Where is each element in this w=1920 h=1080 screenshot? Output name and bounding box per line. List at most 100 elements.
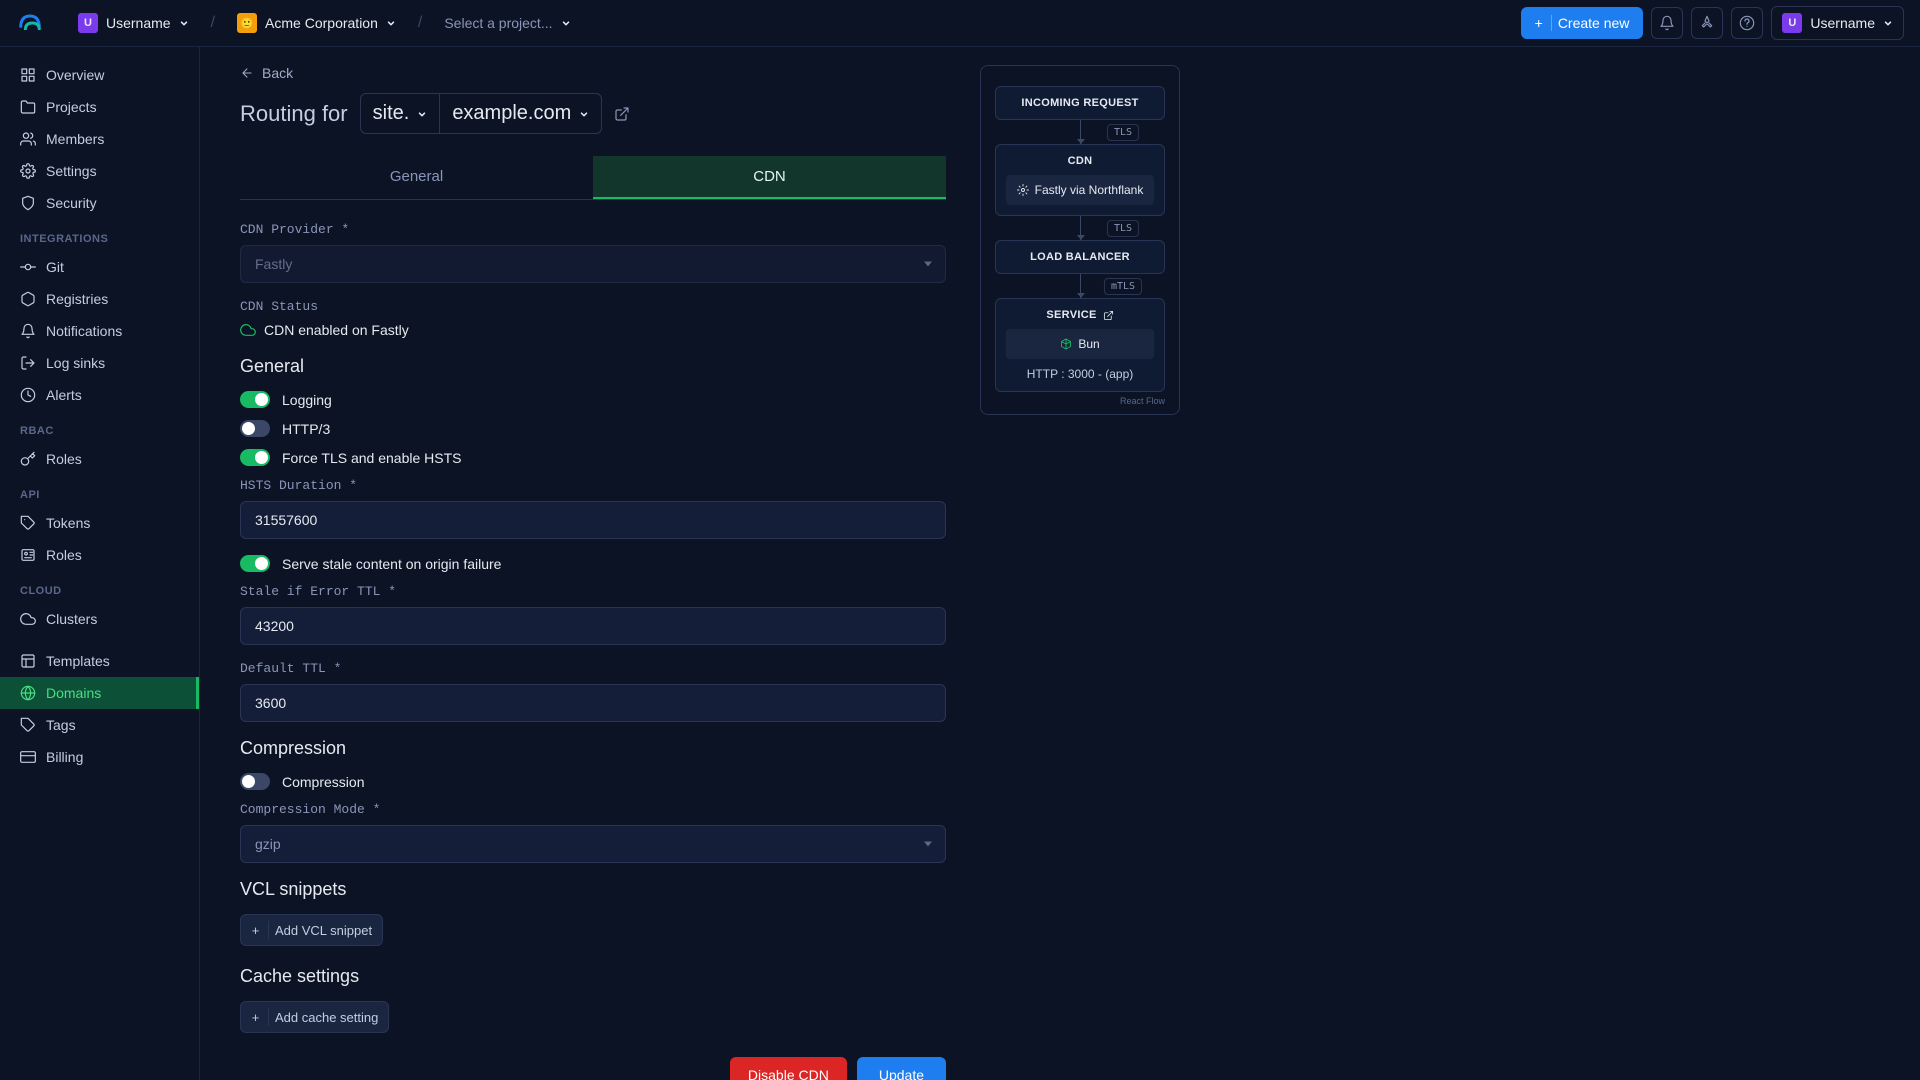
- sidebar-item-label: Roles: [46, 451, 82, 467]
- cdn-status-label: CDN Status: [240, 299, 946, 314]
- sidebar-item-projects[interactable]: Projects: [0, 91, 199, 123]
- sidebar-item-roles[interactable]: Roles: [0, 443, 199, 475]
- sidebar-item-templates[interactable]: Templates: [0, 645, 199, 677]
- sidebar-item-label: Projects: [46, 99, 97, 115]
- sidebar-item-settings[interactable]: Settings: [0, 155, 199, 187]
- serve-stale-toggle[interactable]: [240, 555, 270, 572]
- sidebar-item-alerts[interactable]: Alerts: [0, 379, 199, 411]
- sidebar-item-billing[interactable]: Billing: [0, 741, 199, 773]
- compression-mode-select[interactable]: gzip: [240, 825, 946, 863]
- sidebar-item-tags[interactable]: Tags: [0, 709, 199, 741]
- folder-icon: [20, 99, 36, 115]
- tag-icon: [20, 515, 36, 531]
- card-icon: [20, 749, 36, 765]
- chevron-down-icon: [579, 109, 589, 119]
- breadcrumb: U Username / 🙂 Acme Corporation / Select…: [68, 7, 1521, 39]
- compression-toggle[interactable]: [240, 773, 270, 790]
- create-new-button[interactable]: + Create new: [1521, 7, 1644, 39]
- logging-toggle[interactable]: [240, 391, 270, 408]
- sidebar-item-clusters[interactable]: Clusters: [0, 603, 199, 635]
- default-ttl-input[interactable]: [240, 684, 946, 722]
- help-button[interactable]: [1731, 7, 1763, 39]
- hsts-duration-label: HSTS Duration *: [240, 478, 946, 493]
- user-name: Username: [1810, 15, 1875, 31]
- http3-label: HTTP/3: [282, 421, 330, 437]
- plus-icon: +: [1535, 15, 1552, 31]
- sidebar-item-tokens[interactable]: Tokens: [0, 507, 199, 539]
- sidebar-item-members[interactable]: Members: [0, 123, 199, 155]
- flow-node-lb: LOAD BALANCER: [995, 240, 1165, 274]
- sidebar-item-label: Overview: [46, 67, 104, 83]
- bell-icon: [1659, 15, 1675, 31]
- account-selector[interactable]: U Username: [68, 7, 199, 39]
- template-icon: [20, 653, 36, 669]
- stale-ttl-label: Stale if Error TTL *: [240, 584, 946, 599]
- bell-icon: [20, 323, 36, 339]
- sidebar-item-git[interactable]: Git: [0, 251, 199, 283]
- chevron-down-icon: [1883, 18, 1893, 28]
- breadcrumb-separator: /: [418, 14, 422, 32]
- changelog-button[interactable]: [1691, 7, 1723, 39]
- chevron-down-icon: [561, 18, 571, 28]
- subdomain-selector[interactable]: site.: [361, 94, 441, 133]
- sidebar-item-label: Log sinks: [46, 355, 105, 371]
- user-avatar-icon: U: [1782, 13, 1802, 33]
- sidebar-item-registries[interactable]: Registries: [0, 283, 199, 315]
- notifications-button[interactable]: [1651, 7, 1683, 39]
- sidebar-item-roles[interactable]: Roles: [0, 539, 199, 571]
- back-label: Back: [262, 65, 293, 81]
- sidebar-item-security[interactable]: Security: [0, 187, 199, 219]
- sidebar-item-label: Members: [46, 131, 104, 147]
- gear-icon: [20, 163, 36, 179]
- external-link-icon[interactable]: [1103, 310, 1114, 321]
- northflank-logo-icon[interactable]: [16, 9, 44, 37]
- sidebar-item-label: Domains: [46, 685, 101, 701]
- sidebar-item-label: Registries: [46, 291, 108, 307]
- sidebar-item-label: Git: [46, 259, 64, 275]
- box-icon: [20, 291, 36, 307]
- external-link-icon[interactable]: [614, 106, 630, 122]
- sidebar-item-label: Tags: [46, 717, 76, 733]
- add-cache-button[interactable]: + Add cache setting: [240, 1001, 389, 1033]
- sidebar-item-label: Tokens: [46, 515, 90, 531]
- project-selector[interactable]: Select a project...: [434, 9, 580, 37]
- tab-general[interactable]: General: [240, 156, 593, 199]
- cloud-check-icon: [240, 322, 256, 338]
- gear-icon: [1017, 184, 1029, 196]
- cdn-provider-select[interactable]: Fastly: [240, 245, 946, 283]
- compression-heading: Compression: [240, 738, 946, 759]
- sidebar-item-log-sinks[interactable]: Log sinks: [0, 347, 199, 379]
- sidebar-section-rbac: RBAC: [0, 411, 199, 443]
- sidebar-item-domains[interactable]: Domains: [0, 677, 199, 709]
- compression-mode-label: Compression Mode *: [240, 802, 946, 817]
- sidebar: OverviewProjectsMembersSettingsSecurity …: [0, 47, 200, 1080]
- update-button[interactable]: Update: [857, 1057, 946, 1080]
- cube-icon: [1060, 338, 1072, 350]
- disable-cdn-button[interactable]: Disable CDN: [730, 1057, 847, 1080]
- back-link[interactable]: Back: [240, 65, 946, 81]
- user-menu[interactable]: U Username: [1771, 6, 1904, 40]
- cdn-provider-label: CDN Provider *: [240, 222, 946, 237]
- sidebar-item-label: Notifications: [46, 323, 122, 339]
- create-new-label: Create new: [1558, 15, 1630, 31]
- add-vcl-button[interactable]: + Add VCL snippet: [240, 914, 383, 946]
- force-tls-toggle[interactable]: [240, 449, 270, 466]
- http3-toggle[interactable]: [240, 420, 270, 437]
- plus-icon: +: [251, 921, 269, 939]
- sidebar-item-overview[interactable]: Overview: [0, 59, 199, 91]
- breadcrumb-separator: /: [211, 14, 215, 32]
- org-selector[interactable]: 🙂 Acme Corporation: [227, 7, 406, 39]
- cache-heading: Cache settings: [240, 966, 946, 987]
- domain-selector[interactable]: example.com: [440, 94, 601, 133]
- tab-cdn[interactable]: CDN: [593, 156, 946, 199]
- flow-tag-tls: TLS: [1107, 124, 1139, 141]
- sidebar-section-integrations: INTEGRATIONS: [0, 219, 199, 251]
- vcl-heading: VCL snippets: [240, 879, 946, 900]
- sidebar-item-notifications[interactable]: Notifications: [0, 315, 199, 347]
- clock-icon: [20, 387, 36, 403]
- cloud-icon: [20, 611, 36, 627]
- stale-ttl-input[interactable]: [240, 607, 946, 645]
- hsts-duration-input[interactable]: [240, 501, 946, 539]
- default-ttl-label: Default TTL *: [240, 661, 946, 676]
- sidebar-item-label: Alerts: [46, 387, 82, 403]
